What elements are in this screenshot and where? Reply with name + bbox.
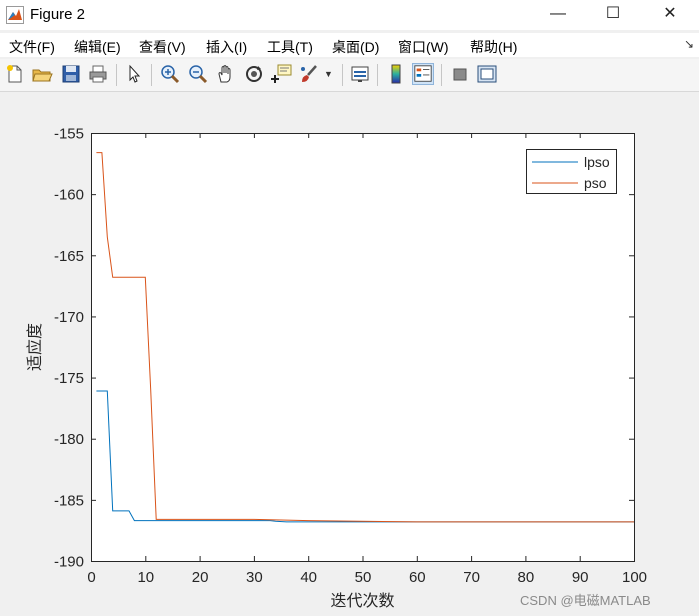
x-axis-label: 迭代次数	[330, 591, 394, 610]
legend-label-lpso: lpso	[584, 154, 610, 170]
menu-view[interactable]: 查看(V)	[139, 37, 186, 57]
rotate-3d-icon[interactable]	[243, 63, 265, 85]
minimize-button[interactable]: —	[531, 0, 585, 30]
maximize-button[interactable]: ☐	[586, 0, 640, 30]
hide-plot-tools-icon[interactable]	[449, 63, 471, 85]
x-tick-label: 30	[246, 569, 263, 586]
y-tick-label: -165	[54, 248, 84, 265]
x-tick-label: 80	[518, 569, 535, 586]
toolbar-separator	[441, 64, 442, 86]
legend-icon[interactable]	[412, 63, 434, 85]
x-tick-label: 50	[355, 569, 372, 586]
x-tick-label: 70	[463, 569, 480, 586]
toolbar-separator	[342, 64, 343, 86]
figure-toolbar: ▼	[0, 59, 699, 92]
y-tick-label: -190	[54, 554, 84, 571]
menu-edit[interactable]: 编辑(E)	[74, 37, 121, 57]
title-bar: Figure 2 — ☐ ✕	[0, 0, 699, 30]
menu-desktop[interactable]: 桌面(D)	[332, 37, 379, 57]
y-tick-label: -170	[54, 309, 84, 326]
menu-insert[interactable]: 插入(I)	[206, 37, 247, 57]
select-arrow-icon[interactable]	[123, 63, 145, 85]
link-plot-icon[interactable]	[349, 63, 371, 85]
x-tick-label: 100	[622, 569, 647, 586]
x-tick-label: 40	[300, 569, 317, 586]
plot-area	[91, 133, 634, 561]
x-tick-label: 0	[87, 569, 95, 586]
legend: lpso pso	[526, 149, 617, 194]
y-tick-label: -160	[54, 187, 84, 204]
save-icon[interactable]	[60, 63, 82, 85]
menu-tools[interactable]: 工具(T)	[267, 37, 313, 57]
zoom-out-icon[interactable]	[187, 63, 209, 85]
menu-bar: 文件(F) 编辑(E) 查看(V) 插入(I) 工具(T) 桌面(D) 窗口(W…	[0, 33, 699, 57]
brush-dropdown-icon[interactable]: ▼	[324, 63, 334, 85]
toolbar-separator	[151, 64, 152, 86]
y-tick-label: -175	[54, 370, 84, 387]
x-tick-label: 20	[192, 569, 209, 586]
print-icon[interactable]	[87, 63, 109, 85]
show-plot-tools-icon[interactable]	[476, 63, 498, 85]
menu-file[interactable]: 文件(F)	[9, 37, 55, 57]
x-tick-label: 10	[137, 569, 154, 586]
brush-icon[interactable]	[298, 63, 320, 85]
open-file-icon[interactable]	[31, 63, 53, 85]
watermark: CSDN @电磁MATLAB	[520, 593, 651, 608]
line-chart[interactable]: 0 10 20 30 40 50 60 70 80 90 100 -155 -160 -165 -170 -1…	[0, 92, 699, 616]
y-tick-label: -155	[54, 126, 84, 143]
window-title: Figure 2	[30, 6, 86, 23]
x-tick-label: 60	[409, 569, 426, 586]
close-button[interactable]: ✕	[643, 0, 697, 30]
y-tick-label: -180	[54, 431, 84, 448]
legend-label-pso: pso	[584, 175, 607, 191]
toolbar-separator	[116, 64, 117, 86]
matlab-logo-icon	[6, 6, 24, 24]
x-tick-label: 90	[572, 569, 589, 586]
dock-arrow-icon[interactable]: ↘	[684, 37, 694, 51]
toolbar-separator	[377, 64, 378, 86]
menu-help[interactable]: 帮助(H)	[470, 37, 517, 57]
data-cursor-icon[interactable]	[271, 63, 293, 85]
figure-canvas: 0 10 20 30 40 50 60 70 80 90 100 -155 -160 -165 -170 -1…	[0, 92, 699, 616]
y-tick-label: -185	[54, 492, 84, 509]
new-figure-icon[interactable]	[4, 63, 26, 85]
menu-window[interactable]: 窗口(W)	[398, 37, 449, 57]
pan-hand-icon[interactable]	[215, 63, 237, 85]
colorbar-icon[interactable]	[385, 63, 407, 85]
y-axis-label: 适应度	[25, 323, 44, 371]
zoom-in-icon[interactable]	[159, 63, 181, 85]
